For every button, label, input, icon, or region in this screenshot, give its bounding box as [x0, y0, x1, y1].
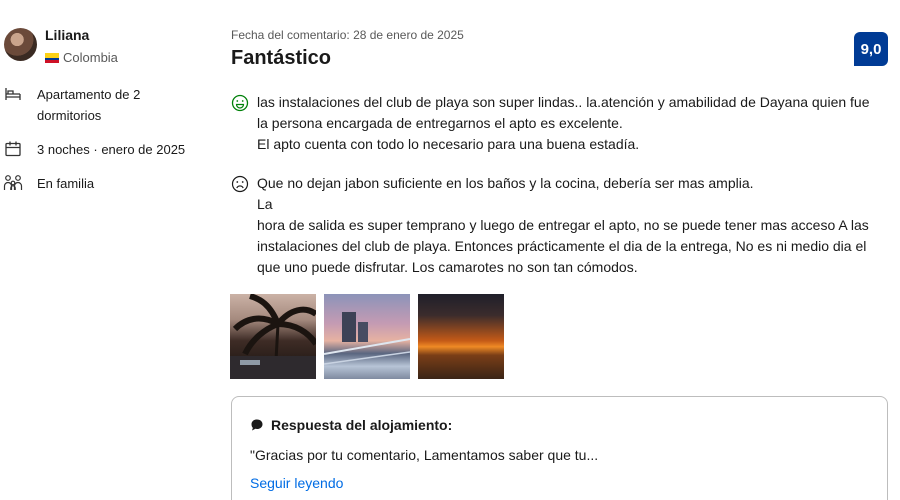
colombia-flag-icon: [45, 52, 59, 63]
reply-text: "Gracias por tu comentario, Lamentamos s…: [250, 447, 599, 463]
traveler-type: En familia: [37, 176, 95, 191]
calendar-icon: [2, 139, 24, 159]
smile-icon: [231, 94, 249, 112]
frown-icon: [231, 175, 249, 193]
review-photo-2[interactable]: [323, 294, 411, 379]
stay-length: 3 noches · enero de 2025: [37, 142, 186, 157]
stay-length-row: 3 noches · enero de 2025: [0, 139, 187, 160]
score-badge: 9,0: [854, 32, 888, 66]
reviewer-name: Liliana: [45, 27, 90, 43]
reply-heading: Respuesta del alojamiento:: [250, 417, 452, 433]
review-photo-1[interactable]: [230, 294, 316, 379]
read-more-link[interactable]: Seguir leyendo: [250, 475, 343, 491]
review-title: Fantástico: [231, 47, 332, 69]
family-icon: [2, 173, 24, 193]
bed-icon: [2, 84, 24, 104]
avatar: [4, 28, 37, 61]
reply-heading-label: Respuesta del alojamiento:: [271, 417, 453, 433]
reviewer-panel: Liliana Colombia Apartamento de 2 dormit…: [0, 0, 200, 500]
positive-comment: las instalaciones del club de playa son …: [231, 92, 881, 155]
property-reply: Respuesta del alojamiento: "Gracias por …: [231, 396, 888, 500]
review-date: Fecha del comentario: 28 de enero de 202…: [231, 28, 464, 42]
positive-text: las instalaciones del club de playa son …: [257, 94, 870, 152]
traveler-type-row: En familia: [0, 173, 187, 194]
room-type: Apartamento de 2 dormitorios: [37, 87, 141, 123]
country-label: Colombia: [63, 50, 118, 65]
reviewer-country: Colombia: [45, 50, 118, 65]
speech-bubble-icon: [251, 419, 263, 431]
review-photo-3[interactable]: [418, 294, 504, 379]
negative-comment: Que no dejan jabon suficiente en los bañ…: [231, 173, 881, 278]
review-photos: [230, 294, 504, 379]
room-type-row: Apartamento de 2 dormitorios: [0, 84, 187, 126]
negative-text: Que no dejan jabon suficiente en los bañ…: [257, 175, 869, 275]
